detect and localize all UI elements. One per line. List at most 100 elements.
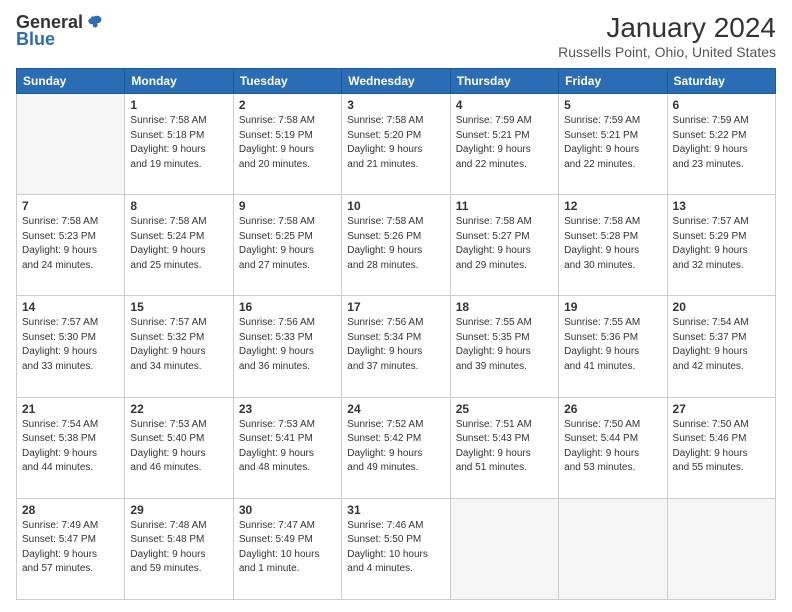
day-info: Sunrise: 7:55 AMSunset: 5:35 PMDaylight:… [456,316,553,374]
day-number: 31 [347,503,444,517]
day-number: 27 [673,402,770,416]
day-info: Sunrise: 7:56 AMSunset: 5:34 PMDaylight:… [347,316,444,374]
day-cell: 23Sunrise: 7:53 AMSunset: 5:41 PMDayligh… [233,397,341,498]
day-cell [450,498,558,599]
day-number: 14 [22,300,119,314]
day-cell: 10 Sunrise: 7:58 AMSunset: 5:26 PMDayligh… [342,195,450,296]
title-area: January 2024 Russells Point, Ohio, Unite… [558,12,776,60]
day-info: Sunrise: 7:55 AMSunset: 5:36 PMDaylight:… [564,316,661,374]
day-number: 12 [564,199,661,213]
day-number: 6 [673,98,770,112]
day-info: Sunrise: 7:58 AMSunset: 5:23 PMDaylight:… [22,215,119,273]
day-cell: 29 Sunrise: 7:48 AMSunset: 5:48 PMDayligh… [125,498,233,599]
day-info: Sunrise: 7:51 AMSunset: 5:43 PMDaylight:… [456,418,553,476]
week-row-1: 1 Sunrise: 7:58 AMSunset: 5:18 PMDaylight… [17,94,776,195]
day-number: 3 [347,98,444,112]
day-info: Sunrise: 7:50 AMSunset: 5:44 PMDaylight:… [564,418,661,476]
day-info: Sunrise: 7:53 AMSunset: 5:40 PMDaylight:… [130,418,227,476]
day-cell: 15Sunrise: 7:57 AMSunset: 5:32 PMDayligh… [125,296,233,397]
day-number: 20 [673,300,770,314]
day-info: Sunrise: 7:57 AMSunset: 5:30 PMDaylight:… [22,316,119,374]
day-info: Sunrise: 7:54 AMSunset: 5:38 PMDaylight:… [22,418,119,476]
day-number: 9 [239,199,336,213]
day-cell: 14 Sunrise: 7:57 AMSunset: 5:30 PMDayligh… [17,296,125,397]
day-number: 15 [130,300,227,314]
day-cell: 22 Sunrise: 7:53 AMSunset: 5:40 PMDayligh… [125,397,233,498]
day-cell: 21 Sunrise: 7:54 AMSunset: 5:38 PMDayligh… [17,397,125,498]
day-number: 1 [130,98,227,112]
day-cell [559,498,667,599]
day-info: Sunrise: 7:47 AMSunset: 5:49 PMDaylight:… [239,519,336,577]
logo-blue-text: Blue [16,29,55,50]
day-number: 23 [239,402,336,416]
day-cell: 3 Sunrise: 7:58 AMSunset: 5:20 PMDaylight… [342,94,450,195]
col-wednesday: Wednesday [342,69,450,94]
day-number: 10 [347,199,444,213]
day-cell: 19Sunrise: 7:55 AMSunset: 5:36 PMDayligh… [559,296,667,397]
col-thursday: Thursday [450,69,558,94]
day-number: 2 [239,98,336,112]
day-cell: 20 Sunrise: 7:54 AMSunset: 5:37 PMDayligh… [667,296,775,397]
col-monday: Monday [125,69,233,94]
day-info: Sunrise: 7:56 AMSunset: 5:33 PMDaylight:… [239,316,336,374]
day-cell: 9 Sunrise: 7:58 AMSunset: 5:25 PMDaylight… [233,195,341,296]
day-info: Sunrise: 7:58 AMSunset: 5:24 PMDaylight:… [130,215,227,273]
day-cell: 27 Sunrise: 7:50 AMSunset: 5:46 PMDayligh… [667,397,775,498]
day-cell: 30 Sunrise: 7:47 AMSunset: 5:49 PMDayligh… [233,498,341,599]
day-number: 26 [564,402,661,416]
calendar-table: Sunday Monday Tuesday Wednesday Thursday… [16,68,776,600]
day-number: 24 [347,402,444,416]
day-number: 21 [22,402,119,416]
day-cell: 1 Sunrise: 7:58 AMSunset: 5:18 PMDaylight… [125,94,233,195]
header-row: Sunday Monday Tuesday Wednesday Thursday… [17,69,776,94]
day-number: 13 [673,199,770,213]
day-cell: 5Sunrise: 7:59 AMSunset: 5:21 PMDaylight… [559,94,667,195]
month-title: January 2024 [558,12,776,44]
day-number: 28 [22,503,119,517]
day-cell: 16 Sunrise: 7:56 AMSunset: 5:33 PMDayligh… [233,296,341,397]
day-number: 16 [239,300,336,314]
day-cell: 25 Sunrise: 7:51 AMSunset: 5:43 PMDayligh… [450,397,558,498]
day-info: Sunrise: 7:59 AMSunset: 5:22 PMDaylight:… [673,114,770,172]
day-info: Sunrise: 7:59 AMSunset: 5:21 PMDaylight:… [456,114,553,172]
day-info: Sunrise: 7:57 AMSunset: 5:29 PMDaylight:… [673,215,770,273]
day-number: 8 [130,199,227,213]
day-cell [667,498,775,599]
day-cell: 13 Sunrise: 7:57 AMSunset: 5:29 PMDayligh… [667,195,775,296]
day-number: 22 [130,402,227,416]
day-cell [17,94,125,195]
day-cell: 4 Sunrise: 7:59 AMSunset: 5:21 PMDaylight… [450,94,558,195]
day-number: 4 [456,98,553,112]
week-row-4: 21 Sunrise: 7:54 AMSunset: 5:38 PMDayligh… [17,397,776,498]
day-number: 29 [130,503,227,517]
col-saturday: Saturday [667,69,775,94]
day-cell: 8 Sunrise: 7:58 AMSunset: 5:24 PMDaylight… [125,195,233,296]
day-info: Sunrise: 7:58 AMSunset: 5:28 PMDaylight:… [564,215,661,273]
day-info: Sunrise: 7:54 AMSunset: 5:37 PMDaylight:… [673,316,770,374]
day-number: 5 [564,98,661,112]
col-friday: Friday [559,69,667,94]
day-cell: 26 Sunrise: 7:50 AMSunset: 5:44 PMDayligh… [559,397,667,498]
day-info: Sunrise: 7:50 AMSunset: 5:46 PMDaylight:… [673,418,770,476]
col-sunday: Sunday [17,69,125,94]
page: General Blue January 2024 Russells Point… [0,0,792,612]
day-cell: 12 Sunrise: 7:58 AMSunset: 5:28 PMDayligh… [559,195,667,296]
day-info: Sunrise: 7:58 AMSunset: 5:18 PMDaylight:… [130,114,227,172]
day-number: 18 [456,300,553,314]
day-number: 30 [239,503,336,517]
day-info: Sunrise: 7:48 AMSunset: 5:48 PMDaylight:… [130,519,227,577]
day-cell: 28 Sunrise: 7:49 AMSunset: 5:47 PMDayligh… [17,498,125,599]
logo-bird-icon [85,14,103,32]
day-number: 11 [456,199,553,213]
week-row-3: 14 Sunrise: 7:57 AMSunset: 5:30 PMDayligh… [17,296,776,397]
day-info: Sunrise: 7:58 AMSunset: 5:19 PMDaylight:… [239,114,336,172]
week-row-2: 7 Sunrise: 7:58 AMSunset: 5:23 PMDaylight… [17,195,776,296]
day-number: 25 [456,402,553,416]
day-number: 7 [22,199,119,213]
col-tuesday: Tuesday [233,69,341,94]
day-info: Sunrise: 7:49 AMSunset: 5:47 PMDaylight:… [22,519,119,577]
day-info: Sunrise: 7:58 AMSunset: 5:25 PMDaylight:… [239,215,336,273]
day-info: Sunrise: 7:58 AMSunset: 5:20 PMDaylight:… [347,114,444,172]
day-number: 17 [347,300,444,314]
day-info: Sunrise: 7:58 AMSunset: 5:26 PMDaylight:… [347,215,444,273]
